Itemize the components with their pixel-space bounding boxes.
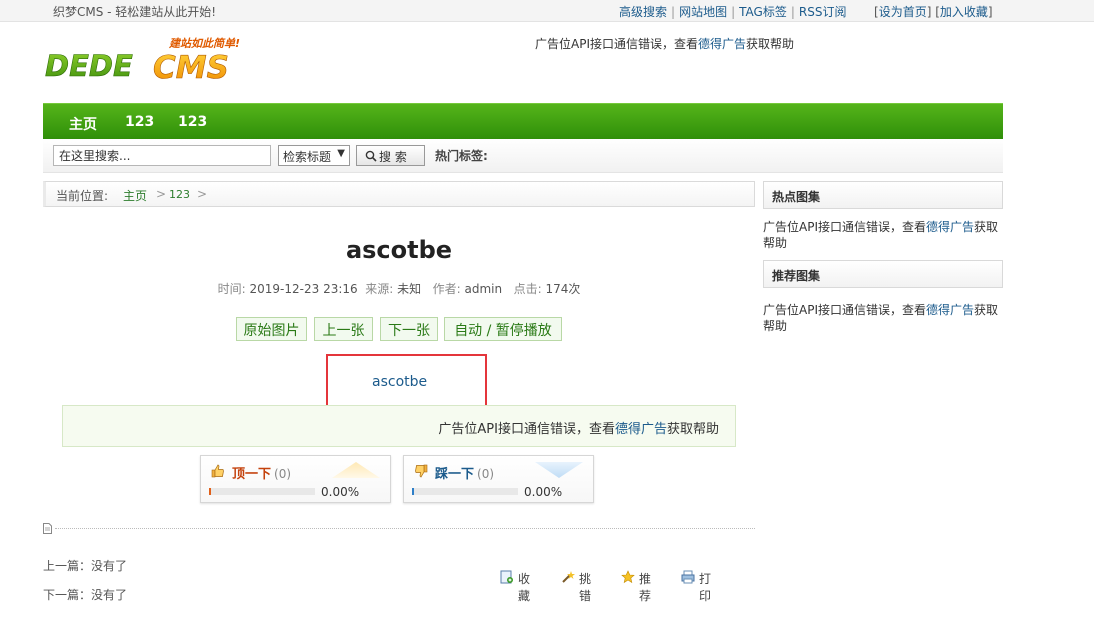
top-links: 高级搜索 | 网站地图 | TAG标签 | RSS订阅 (619, 5, 847, 19)
nav-item-123[interactable]: 123 (125, 114, 154, 130)
original-image-button[interactable]: 原始图片 (236, 317, 307, 341)
logo-image: DEDE CMS 建站如此简单! (45, 37, 240, 86)
vote-down-label: 踩一下 (0) (435, 467, 495, 482)
vote-down-percent: 0.00% (524, 485, 563, 499)
article-author: admin (464, 282, 503, 296)
hot-gallery-ad: 广告位API接口通信错误，查看德得广告获取帮助 (763, 220, 999, 250)
svg-text:CMS: CMS (153, 50, 229, 86)
up-arrow-icon (332, 462, 380, 478)
svg-text:DEDE: DEDE (45, 49, 133, 83)
article-info: 时间: 2019-12-23 23:16 来源: 未知 作者: admin 点击… (217, 282, 581, 296)
thumbs-up-icon (211, 464, 224, 478)
favorite-action[interactable]: 收藏 (500, 570, 530, 604)
search-button[interactable]: 搜 索 (356, 145, 425, 166)
recommended-gallery-ad: 广告位API接口通信错误，查看德得广告获取帮助 (763, 303, 999, 333)
dropdown-arrow-icon: ▼ (337, 148, 345, 159)
tag-link[interactable]: TAG标签 (739, 5, 787, 19)
vote-down-box[interactable]: 踩一下 (0) 0.00% (403, 455, 594, 503)
hot-gallery-header: 热点图集 (763, 181, 1003, 209)
vote-up-bar (209, 488, 315, 495)
article-title: ascotbe (345, 236, 453, 264)
svg-text:建站如此简单!: 建站如此简单! (168, 37, 240, 50)
nav-item-123-2[interactable]: 123 (178, 114, 207, 130)
autoplay-button[interactable]: 自动 / 暂停播放 (444, 317, 562, 341)
breadcrumb-category[interactable]: 123 (169, 188, 190, 201)
breadcrumb-separator: > (197, 187, 208, 201)
top-bar: 织梦CMS - 轻松建站从此开始! 高级搜索 | 网站地图 | TAG标签 | RSS订阅 … (0, 0, 1094, 22)
add-favorite-link[interactable]: 加入收藏 (940, 5, 988, 19)
thumbs-down-icon (415, 464, 428, 478)
article-ad: 广告位API接口通信错误，查看德得广告获取帮助 (62, 405, 736, 447)
site-logo[interactable]: DEDE CMS 建站如此简单! (43, 34, 258, 86)
sitemap-link[interactable]: 网站地图 (679, 5, 727, 19)
article-source: 未知 (397, 282, 422, 296)
document-icon (43, 523, 52, 534)
article-clicks: 174次 (545, 282, 581, 296)
rss-link[interactable]: RSS订阅 (799, 5, 847, 19)
vote-up-label: 顶一下 (0) (232, 467, 292, 482)
top-right-links: [设为首页] [加入收藏] (874, 5, 993, 19)
vote-up-box[interactable]: 顶一下 (0) 0.00% (200, 455, 391, 503)
header-ad: 广告位API接口通信错误，查看德得广告获取帮助 (535, 37, 795, 51)
divider (55, 528, 755, 529)
nav-item-home[interactable]: 主页 (69, 114, 97, 134)
prev-image-button[interactable]: 上一张 (314, 317, 373, 341)
breadcrumb-home[interactable]: 主页 (123, 187, 147, 204)
search-bar: 检索标题 ▼ 搜 索 热门标签: (43, 139, 1003, 173)
article-time: 2019-12-23 23:16 (249, 282, 358, 296)
search-input[interactable] (53, 145, 271, 166)
magic-wand-icon (562, 571, 575, 583)
header-ad-link[interactable]: 德得广告 (698, 37, 746, 51)
article-ad-link[interactable]: 德得广告 (615, 422, 667, 437)
print-icon (681, 570, 695, 584)
vote-up-percent: 0.00% (321, 485, 360, 499)
main-nav: 主页 123 123 (43, 103, 1003, 139)
hot-gallery-ad-link[interactable]: 德得广告 (926, 220, 974, 234)
next-article: 下一篇：没有了 (43, 588, 128, 602)
breadcrumb: 当前位置: 主页 > 123 > (43, 181, 755, 207)
advanced-search-link[interactable]: 高级搜索 (619, 5, 667, 19)
picture-link[interactable]: ascotbe (372, 374, 427, 390)
hot-tags-label: 热门标签: (435, 149, 488, 163)
report-error-action[interactable]: 挑错 (561, 570, 591, 604)
search-type-select[interactable]: 检索标题 ▼ (278, 145, 350, 166)
prev-article: 上一篇：没有了 (43, 559, 128, 573)
vote-down-bar (412, 488, 518, 495)
search-icon (365, 150, 377, 162)
star-icon (621, 570, 635, 584)
recommended-gallery-header: 推荐图集 (763, 260, 1003, 288)
set-home-link[interactable]: 设为首页 (879, 5, 927, 19)
breadcrumb-separator: > (156, 187, 167, 201)
down-arrow-icon (535, 462, 583, 478)
next-image-button[interactable]: 下一张 (380, 317, 438, 341)
breadcrumb-prefix: 当前位置: (56, 189, 109, 203)
favorite-icon (500, 570, 513, 584)
recommended-gallery-ad-link[interactable]: 德得广告 (926, 303, 974, 317)
welcome-text: 织梦CMS - 轻松建站从此开始! (53, 5, 217, 19)
print-action[interactable]: 打印 (681, 570, 711, 604)
recommend-action[interactable]: 推荐 (621, 570, 651, 604)
